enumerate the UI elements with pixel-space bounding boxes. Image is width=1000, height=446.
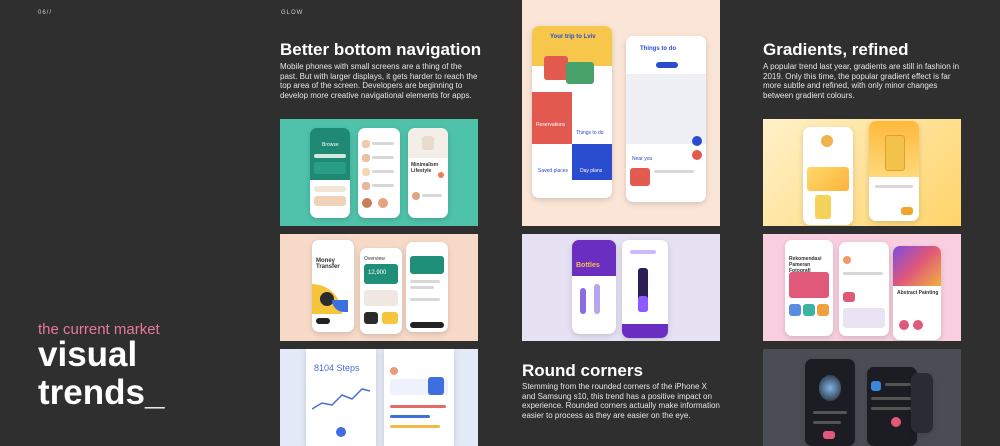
phone-can (869, 121, 919, 221)
section-body-round-corners: Stemming from the rounded corners of the… (522, 382, 720, 420)
phone-dark-edge (911, 373, 933, 433)
abstract-title: Abstract Painting (897, 290, 939, 296)
phone-things: Things to do Near you (626, 36, 706, 202)
phone-steps: 8104 Steps (306, 349, 376, 446)
hero-title-line2-text: trends_ (38, 373, 165, 412)
phone-dark-list (867, 367, 917, 446)
phone-trip: Your trip to Lviv Reservations Things to… (532, 26, 612, 198)
phone-overview: Overview 12,900 (360, 248, 402, 334)
phone-money: Money Transfer (312, 240, 354, 332)
phone-profile-yellow (803, 127, 853, 225)
phone-profile (384, 349, 454, 446)
mockup-bottom-nav-teal: Browse Minimalism Lifestyle (280, 119, 478, 226)
overview-title: Overview (364, 256, 385, 262)
section-title-gradients: Gradients, refined (763, 40, 909, 59)
phone-browse: Browse (310, 128, 350, 218)
mockup-steps: 8104 Steps (280, 349, 478, 446)
phone-transaction (406, 242, 448, 332)
phone-gallery (839, 242, 889, 336)
mockup-money-transfer: Money Transfer Overview 12,900 (280, 234, 478, 341)
section-body-bottom-nav: Mobile phones with small screens are a t… (280, 62, 478, 100)
money-title: Money Transfer (316, 258, 340, 270)
trip-things: Things to do (576, 130, 604, 136)
steps-count: 8104 Steps (314, 363, 360, 373)
trip-saved: Saved places (538, 168, 569, 174)
brand-label: GLOW (281, 10, 304, 16)
overview-amount: 12,900 (368, 270, 387, 276)
mockup-dark-music (763, 349, 961, 446)
phone-bottle-detail (622, 240, 668, 338)
hero-title: visual trends_ (38, 336, 164, 412)
section-body-gradients: A popular trend last year, gradients are… (763, 62, 960, 100)
things-title: Things to do (640, 46, 676, 52)
bottles-title: Bottles (576, 262, 600, 269)
steps-line-chart (312, 388, 371, 410)
things-near: Near you (632, 156, 653, 162)
phone-rekomendasi: Rekomendasi Pameran Fotografi (785, 240, 833, 336)
mockup-rekomendasi: Rekomendasi Pameran Fotografi Abstract P… (763, 234, 961, 341)
hero-title-line2: trends_ (38, 374, 164, 412)
mockup-travel: Your trip to Lviv Reservations Things to… (522, 0, 720, 226)
trip-reservations: Reservations (536, 122, 566, 128)
mockup-gradient-yellow (763, 119, 961, 226)
page-number: 06// (38, 10, 53, 16)
phone-list (358, 128, 400, 218)
phone-abstract: Abstract Painting (893, 246, 941, 340)
hero-title-line1: visual (38, 335, 138, 374)
trip-day: Day plans (580, 168, 603, 174)
section-title-bottom-nav: Better bottom navigation (280, 40, 482, 59)
browse-title: Browse (322, 142, 339, 148)
phone-dark-player (805, 359, 855, 446)
trip-title: Your trip to Lviv (550, 34, 596, 40)
mockup-bottles: Bottles (522, 234, 720, 341)
section-title-round-corners: Round corners (522, 361, 643, 380)
phone-minimalism: Minimalism Lifestyle (408, 128, 448, 218)
phone-bottles: Bottles (572, 240, 616, 334)
